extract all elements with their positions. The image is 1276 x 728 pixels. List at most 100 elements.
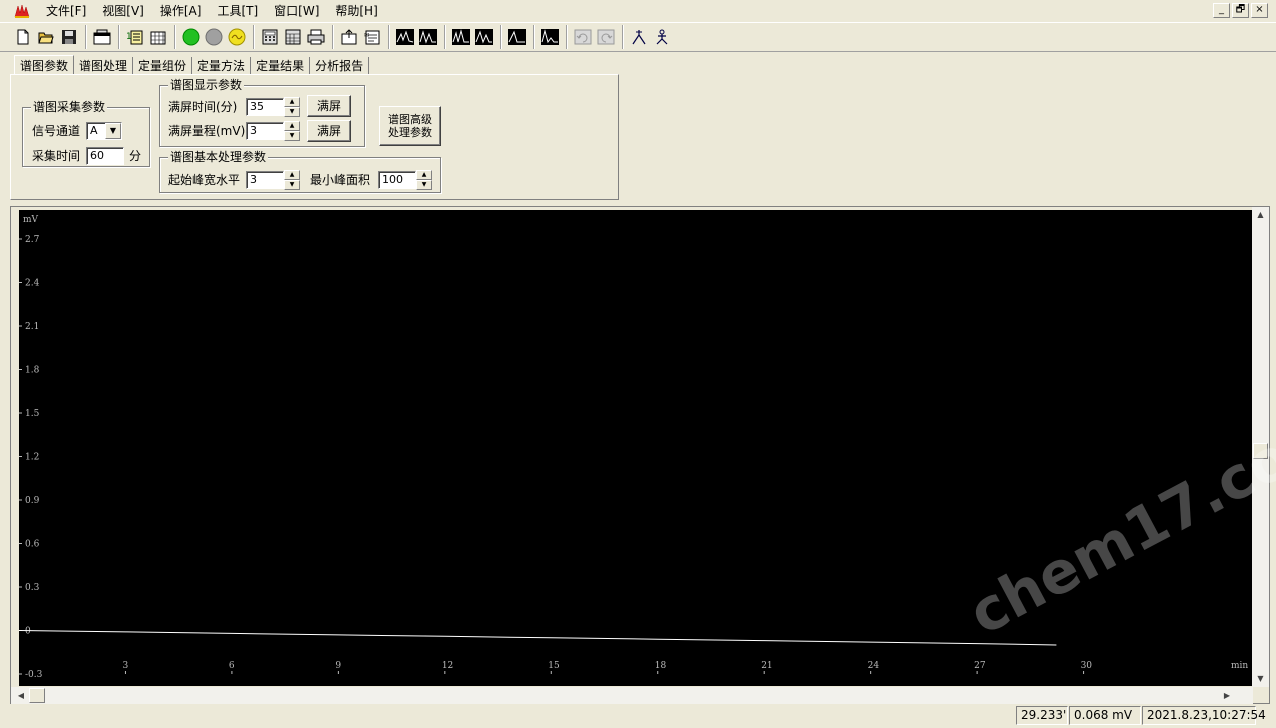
horizontal-scroll-thumb[interactable]: [29, 688, 45, 703]
chromatogram-1-icon[interactable]: [394, 26, 416, 48]
tab-quant-components[interactable]: 定量组份: [133, 57, 193, 75]
min-area-input[interactable]: 100: [378, 171, 416, 189]
vertical-scroll-thumb[interactable]: [1253, 443, 1268, 459]
x-tick-label: 15: [548, 661, 560, 671]
y-tick-label: -0.3: [25, 670, 43, 680]
data-table-icon[interactable]: 1: [124, 26, 146, 48]
horizontal-scrollbar[interactable]: ◀ ▶: [11, 687, 1253, 704]
tab-spectrum-processing[interactable]: 谱图处理: [74, 57, 134, 75]
spin-up-icon[interactable]: ▲: [284, 121, 300, 131]
stop-gray-icon[interactable]: [203, 26, 225, 48]
y-tick-label: 0: [25, 627, 31, 637]
peak-person-icon[interactable]: [651, 26, 673, 48]
spin-down-icon[interactable]: ▼: [284, 180, 300, 190]
y-tick-label: 1.5: [25, 409, 40, 419]
open-folder-icon[interactable]: [35, 26, 57, 48]
status-datetime: 2021.8.23,10:27:54: [1142, 706, 1266, 725]
spin-up-icon[interactable]: ▲: [416, 170, 432, 180]
chromatogram-4-icon[interactable]: [473, 26, 495, 48]
toolbar-separator: [622, 25, 624, 49]
chevron-down-icon[interactable]: ▼: [105, 123, 121, 139]
report-doc-icon[interactable]: ✉: [361, 26, 383, 48]
tab-quant-method[interactable]: 定量方法: [192, 57, 252, 75]
x-tick-label: 30: [1081, 661, 1093, 671]
status-cursor-value: 0.068 mV: [1069, 706, 1141, 725]
undo-icon[interactable]: [572, 26, 594, 48]
min-area-label: 最小峰面积: [310, 173, 371, 187]
toolbar-separator: [85, 25, 87, 49]
start-green-icon[interactable]: [180, 26, 202, 48]
status-yellow-icon[interactable]: [226, 26, 248, 48]
calculator-grid-icon[interactable]: [282, 26, 304, 48]
status-cursor-time: 29.233': [1016, 706, 1068, 725]
fullscreen-time-input[interactable]: 35: [246, 98, 284, 116]
redo-icon[interactable]: [595, 26, 617, 48]
x-tick-label: 3: [122, 661, 128, 671]
menu-window[interactable]: 窗口[W]: [266, 0, 327, 22]
x-tick-label: 6: [229, 661, 235, 671]
scroll-down-icon[interactable]: ▼: [1252, 671, 1269, 687]
tab-spectrum-params[interactable]: 谱图参数: [14, 55, 75, 75]
chromatogram-canvas[interactable]: mV 2.7 2.4 2.1 1.8 1.5 1.2 0.9 0.6 0.3 0 -0.3 3 6 9 12 1…: [18, 210, 1261, 686]
advanced-button-line1: 谱图高级: [388, 113, 432, 126]
close-button[interactable]: ×: [1251, 3, 1268, 18]
calendar-grid-icon[interactable]: [147, 26, 169, 48]
peak-marker-icon[interactable]: [628, 26, 650, 48]
vertical-scrollbar[interactable]: ▲ ▼: [1252, 207, 1269, 687]
toolbar: 1 ✉: [0, 22, 1276, 52]
spin-down-icon[interactable]: ▼: [416, 180, 432, 190]
menu-tools[interactable]: 工具[T]: [209, 0, 266, 22]
peak-width-spinner[interactable]: ▲ ▼: [284, 170, 300, 190]
chromatogram-plot: mV 2.7 2.4 2.1 1.8 1.5 1.2 0.9 0.6 0.3 0 -0.3 3 6 9 12 1…: [18, 215, 1248, 680]
spin-down-icon[interactable]: ▼: [284, 131, 300, 141]
x-tick-label: 21: [761, 661, 772, 671]
fullscreen-range-button[interactable]: 满屏: [307, 120, 351, 142]
spin-up-icon[interactable]: ▲: [284, 170, 300, 180]
toolbar-separator: [533, 25, 535, 49]
printer-icon[interactable]: [305, 26, 327, 48]
chromatogram-2-icon[interactable]: [417, 26, 439, 48]
calculator-icon[interactable]: [259, 26, 281, 48]
fullscreen-time-label: 满屏时间(分): [168, 100, 238, 114]
chromatogram-5-icon[interactable]: [506, 26, 528, 48]
peak-width-input[interactable]: 3: [246, 171, 284, 189]
y-tick-label: 0.9: [25, 496, 40, 506]
menu-view[interactable]: 视图[V]: [94, 0, 152, 22]
scroll-up-icon[interactable]: ▲: [1252, 207, 1269, 223]
spin-up-icon[interactable]: ▲: [284, 97, 300, 107]
fullscreen-time-spinner[interactable]: ▲ ▼: [284, 97, 300, 117]
toolbar-separator: [566, 25, 568, 49]
toolbar-separator: [174, 25, 176, 49]
svg-text:1: 1: [126, 32, 132, 42]
fullscreen-range-input[interactable]: 3: [246, 122, 284, 140]
menu-operate[interactable]: 操作[A]: [152, 0, 210, 22]
y-tick-label: 2.7: [25, 235, 40, 245]
tab-quant-results[interactable]: 定量结果: [251, 57, 311, 75]
restore-button[interactable]: 🗗: [1232, 3, 1249, 18]
svg-text:✉: ✉: [364, 32, 369, 39]
acquisition-group: 谱图采集参数 信号通道 A ▼ 采集时间 60 分: [22, 100, 150, 167]
display-group-title: 谱图显示参数: [168, 78, 245, 92]
export-icon[interactable]: [338, 26, 360, 48]
scroll-right-icon[interactable]: ▶: [1219, 687, 1235, 704]
menu-file[interactable]: 文件[F]: [38, 0, 94, 22]
fullscreen-range-spinner[interactable]: ▲ ▼: [284, 121, 300, 141]
min-area-spinner[interactable]: ▲ ▼: [416, 170, 432, 190]
minimize-button[interactable]: _: [1213, 3, 1230, 18]
chromatogram-3-icon[interactable]: [450, 26, 472, 48]
menu-help[interactable]: 帮助[H]: [327, 0, 385, 22]
acq-time-input[interactable]: 60: [86, 147, 124, 165]
new-file-icon[interactable]: [12, 26, 34, 48]
scroll-left-icon[interactable]: ◀: [13, 687, 29, 704]
fullscreen-time-button[interactable]: 满屏: [307, 95, 351, 117]
advanced-processing-button[interactable]: 谱图高级 处理参数: [379, 106, 441, 146]
tab-analysis-report[interactable]: 分析报告: [310, 57, 370, 75]
menu-bar: 文件[F] 视图[V] 操作[A] 工具[T] 窗口[W] 帮助[H] _ 🗗 …: [0, 0, 1276, 22]
acq-time-label: 采集时间: [32, 149, 81, 163]
save-icon[interactable]: [58, 26, 80, 48]
spin-down-icon[interactable]: ▼: [284, 107, 300, 117]
toolbar-separator: [388, 25, 390, 49]
chromatogram-6-icon[interactable]: [539, 26, 561, 48]
y-tick-label: 1.2: [25, 453, 39, 463]
print-preview-icon[interactable]: [91, 26, 113, 48]
